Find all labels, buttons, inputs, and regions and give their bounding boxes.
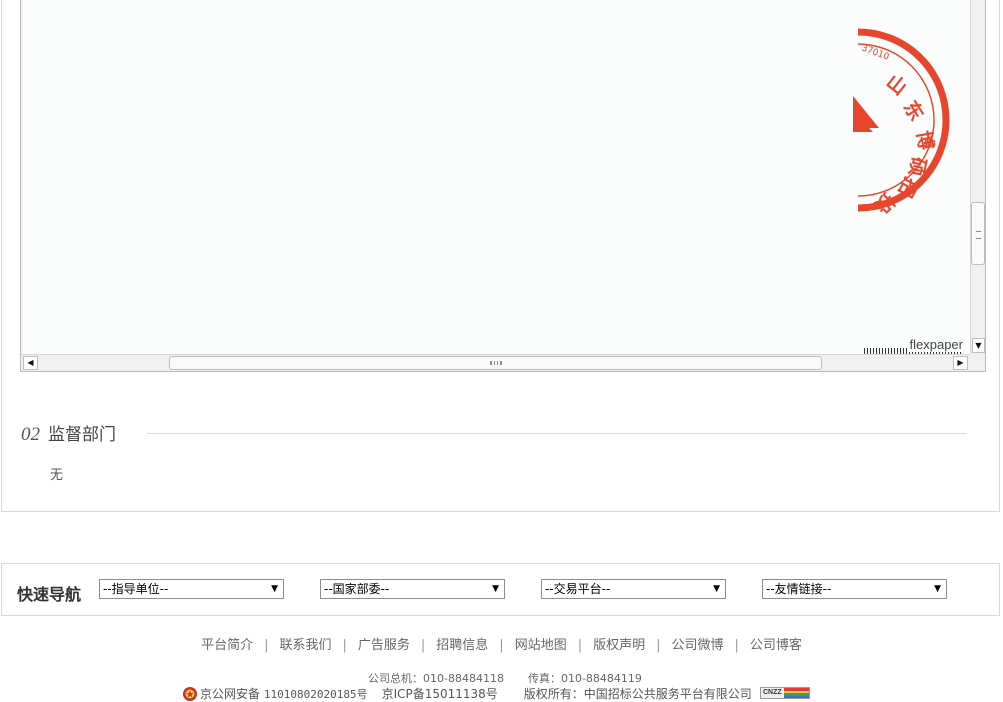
dropdown-arrow-icon: ▼ <box>492 584 499 594</box>
footer-links: 平台简介 | 联系我们 | 广告服务 | 招聘信息 | 网站地图 | 版权声明 | 公司微博 | 公司博客 <box>201 638 802 653</box>
quick-nav-bar: 快速导航 --指导单位-- ▼ --国家部委-- ▼ --交易平台-- ▼ --友情链… <box>1 563 1000 616</box>
document-panel: 山 东 博 硕 招 投 37010 flexpaper ▼ ◀ ▶ 02 监督部… <box>1 0 1000 512</box>
horizontal-scroll-thumb[interactable] <box>169 356 822 370</box>
footer-records: 京公网安备 11010802020185号 京ICP备15011138号 版权所有：… <box>182 685 752 702</box>
svg-text:投: 投 <box>870 188 900 218</box>
vertical-scroll-thumb[interactable] <box>971 202 985 265</box>
trading-platform-select[interactable]: --交易平台-- ▼ <box>541 579 726 599</box>
quick-nav-label: 快速导航 <box>17 585 82 604</box>
copyright-text: 版权所有：中国招标公共服务平台有限公司 <box>523 687 752 701</box>
section-divider <box>147 433 967 434</box>
section-number: 02 <box>21 424 40 445</box>
flexpaper-logo: flexpaper <box>906 337 966 352</box>
footer-link-copyright[interactable]: 版权声明 <box>593 638 645 653</box>
dropdown-arrow-icon: ▼ <box>271 584 278 594</box>
police-record-label[interactable]: 京公网安备 <box>200 685 260 702</box>
scrollbar-corner <box>970 354 985 371</box>
horizontal-scrollbar[interactable]: ◀ ▶ <box>21 354 985 371</box>
ministry-select[interactable]: --国家部委-- ▼ <box>320 579 505 599</box>
icp-record[interactable]: 京ICP备15011138号 <box>382 685 498 702</box>
svg-text:东: 东 <box>899 96 929 124</box>
document-page: 山 东 博 硕 招 投 37010 flexpaper <box>23 0 970 354</box>
svg-text:山: 山 <box>882 71 911 100</box>
svg-text:硕: 硕 <box>904 155 929 178</box>
footer-contact: 公司总机：010-88484118 传真：010-88484119 <box>368 670 642 686</box>
footer-link-blog[interactable]: 公司博客 <box>750 638 802 653</box>
company-seal: 山 东 博 硕 招 投 37010 <box>853 28 950 218</box>
cnzz-badge[interactable]: CNZZ <box>760 687 810 699</box>
friendly-links-select[interactable]: --友情链接-- ▼ <box>762 579 947 599</box>
footer-link-jobs[interactable]: 招聘信息 <box>436 638 488 653</box>
footer-link-contact[interactable]: 联系我们 <box>279 638 331 653</box>
dropdown-arrow-icon: ▼ <box>934 584 941 594</box>
police-badge-icon <box>183 686 197 701</box>
footer-link-sitemap[interactable]: 网站地图 <box>515 638 567 653</box>
scroll-left-arrow-icon[interactable]: ◀ <box>23 356 38 370</box>
scroll-down-arrow-icon[interactable]: ▼ <box>972 338 985 353</box>
vertical-scrollbar[interactable]: ▼ <box>970 0 985 354</box>
dropdown-arrow-icon: ▼ <box>713 584 720 594</box>
section-content: 无 <box>50 468 64 483</box>
footer-link-about[interactable]: 平台简介 <box>201 638 253 653</box>
svg-text:博: 博 <box>912 129 938 152</box>
police-record-number[interactable]: 11010802020185号 <box>264 686 368 702</box>
section-title: 监督部门 <box>48 425 116 445</box>
section-heading: 02 监督部门 <box>21 420 116 445</box>
footer-hotline: 公司总机：010-88484118 <box>368 672 504 685</box>
guide-unit-select[interactable]: --指导单位-- ▼ <box>99 579 284 599</box>
footer-fax: 传真：010-88484119 <box>527 672 642 685</box>
footer-link-ads[interactable]: 广告服务 <box>358 638 410 653</box>
footer-link-weibo[interactable]: 公司微博 <box>672 638 724 653</box>
flexpaper-viewer[interactable]: 山 东 博 硕 招 投 37010 flexpaper ▼ ◀ ▶ <box>20 0 986 372</box>
scroll-right-arrow-icon[interactable]: ▶ <box>953 356 968 370</box>
